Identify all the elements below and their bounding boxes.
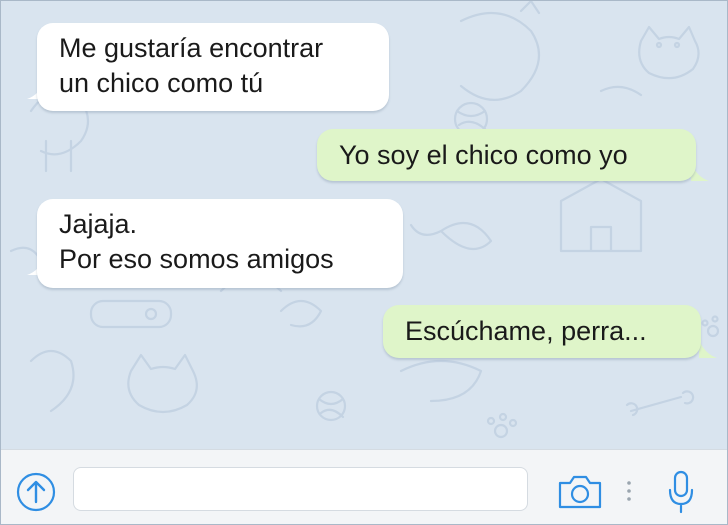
microphone-icon[interactable] bbox=[667, 470, 695, 514]
message-text: Jajaja. bbox=[59, 209, 138, 239]
chat-area[interactable]: Me gustaría encontrar un chico como tú Y… bbox=[1, 1, 727, 449]
message-outgoing[interactable]: Yo soy el chico como yo bbox=[317, 129, 696, 181]
message-input[interactable] bbox=[73, 467, 528, 511]
message-incoming[interactable]: Me gustaría encontrar un chico como tú bbox=[37, 23, 389, 111]
message-outgoing[interactable]: Escúchame, perra... bbox=[383, 305, 701, 358]
message-text: Escúchame, perra... bbox=[405, 316, 647, 346]
bubble-tail bbox=[699, 340, 717, 358]
message-text: Yo soy el chico como yo bbox=[339, 140, 628, 170]
message-text: Por eso somos amigos bbox=[59, 244, 334, 274]
message-incoming[interactable]: Jajaja. Por eso somos amigos bbox=[37, 199, 403, 288]
message-text: Me gustaría encontrar bbox=[59, 33, 324, 63]
chat-window: Me gustaría encontrar un chico como tú Y… bbox=[0, 0, 728, 525]
camera-icon[interactable] bbox=[557, 474, 603, 510]
message-text: un chico como tú bbox=[59, 68, 264, 98]
vertical-dots-icon[interactable] bbox=[625, 480, 633, 502]
upload-arrow-icon[interactable] bbox=[16, 472, 56, 512]
input-bar bbox=[1, 449, 727, 524]
